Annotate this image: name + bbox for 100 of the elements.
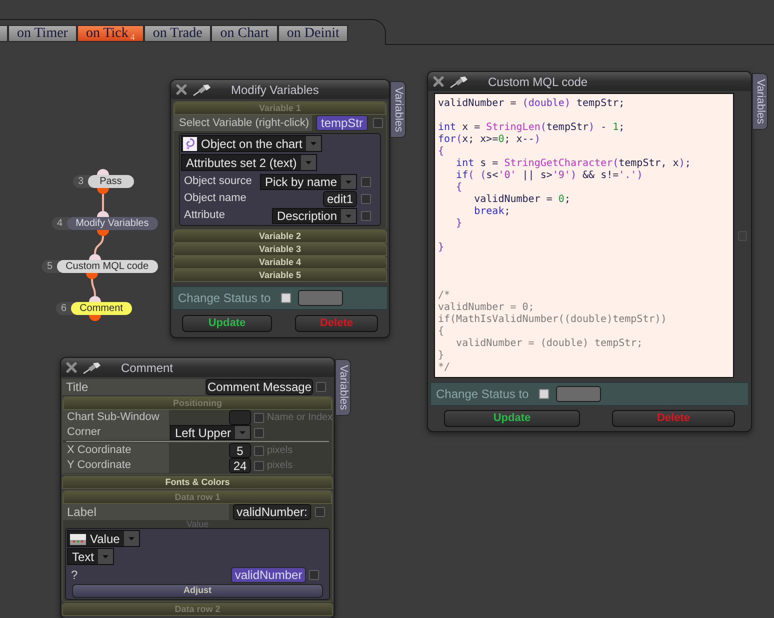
connector-line (91, 278, 96, 296)
tab[interactable]: on Trade (144, 25, 212, 42)
caret-icon (300, 155, 316, 170)
window-title: Comment (121, 360, 174, 376)
caret-icon (235, 426, 250, 439)
checkbox[interactable] (316, 382, 326, 392)
option-dropdown[interactable]: Description (272, 208, 357, 224)
code-line: { (438, 326, 444, 338)
field-label: Chart Sub-Window (63, 410, 169, 425)
status-label: Change Status to (178, 290, 272, 307)
code-editor[interactable] (434, 93, 734, 378)
checkbox[interactable] (254, 428, 264, 438)
code-line: validNumber = 0; (438, 302, 534, 314)
title-bar[interactable]: Modify Variables (171, 80, 389, 99)
checkbox[interactable] (361, 194, 371, 204)
node-number: 3 (73, 175, 91, 188)
caret-icon (124, 531, 139, 546)
code-line: validNumber = (double) tempStr; (438, 98, 625, 110)
field-label: Object source (184, 174, 252, 190)
checkbox[interactable] (254, 412, 264, 422)
status-field[interactable] (298, 290, 343, 306)
window-title: Custom MQL code (488, 74, 588, 90)
window-title: Modify Variables (231, 82, 319, 98)
variable-chip[interactable]: tempStr (316, 115, 368, 131)
checkbox[interactable] (373, 118, 383, 128)
object-type-dropdown[interactable]: Object on the chart (181, 135, 322, 152)
node-label[interactable]: Modify Variables (66, 217, 158, 230)
tab[interactable]: on Chart (211, 25, 278, 42)
pin-icon[interactable] (83, 362, 101, 374)
hint-text: Name or Index (267, 411, 333, 425)
title-field[interactable]: Comment Message (206, 379, 313, 395)
attribute-set-dropdown[interactable]: Attributes set 2 (text) (181, 154, 317, 171)
pin-icon[interactable] (450, 76, 468, 88)
checkbox[interactable] (281, 293, 291, 303)
hint-text: pixels (267, 459, 293, 473)
code-line: int x = StringLen(tempStr) - 1; (438, 122, 625, 134)
caret-icon (98, 549, 114, 564)
status-label: Change Status to (436, 386, 530, 403)
status-field[interactable] (556, 386, 601, 402)
count-label: 4 (130, 33, 135, 42)
title-bar[interactable]: Custom MQL code (428, 72, 751, 91)
pin-icon[interactable] (193, 84, 211, 96)
node-number: 4 (52, 217, 70, 230)
section-header[interactable]: Variable 4 (173, 256, 387, 269)
code-line: if(MathIsValidNumber((double)tempStr)) (438, 314, 667, 326)
value-caption: Value (186, 520, 209, 528)
side-tab[interactable]: Variables (390, 81, 406, 138)
input-field[interactable]: 5 (229, 443, 251, 458)
field-label: Corner (63, 425, 169, 440)
close-icon[interactable] (176, 84, 187, 95)
partial-tab[interactable] (0, 25, 8, 42)
field-label: Attribute (184, 208, 225, 224)
close-icon[interactable] (66, 362, 77, 373)
code-line: { (456, 182, 462, 194)
value-source-dropdown[interactable]: Value (67, 530, 140, 547)
code-line: for(x; x>=0; x--) (438, 134, 540, 146)
checkbox[interactable] (361, 176, 371, 186)
field-label: Object name (184, 191, 246, 206)
code-line: */ (438, 362, 450, 374)
adjust-button[interactable]: Adjust (72, 584, 323, 598)
checkbox[interactable] (315, 507, 325, 517)
tab[interactable]: on Timer (8, 25, 77, 42)
code-line: validNumber = (double) tempStr; (456, 338, 643, 350)
format-dropdown[interactable]: Text (67, 548, 114, 565)
input-field[interactable]: edit1 (322, 190, 357, 206)
node-label[interactable]: Comment (70, 302, 132, 315)
update-button[interactable]: Update (444, 410, 580, 427)
node-number: 5 (42, 260, 60, 273)
section-header[interactable]: Variable 3 (173, 243, 387, 256)
corner-dropdown[interactable]: Left Upper (170, 425, 251, 440)
node-label[interactable]: Pass (88, 175, 134, 188)
code-line: { (438, 146, 444, 158)
checkbox[interactable] (254, 446, 264, 456)
checkbox[interactable] (539, 389, 549, 399)
input-field[interactable] (229, 410, 251, 425)
caret-icon (341, 174, 356, 188)
section-header[interactable]: Variable 2 (173, 230, 387, 243)
code-line: } (438, 350, 444, 362)
label-field[interactable]: validNumber: (233, 504, 311, 520)
checkbox[interactable] (254, 460, 264, 470)
dots-icon (70, 534, 86, 545)
side-tab[interactable]: Variables (752, 73, 768, 130)
tab[interactable]: on Deinit (278, 25, 348, 42)
hint-text: pixels (267, 444, 293, 458)
code-line: } (438, 242, 444, 254)
option-dropdown[interactable]: Pick by name (260, 174, 357, 190)
variable-chip[interactable]: validNumber (231, 566, 306, 582)
title-bar[interactable]: Comment (61, 358, 334, 377)
code-line: if( (s<'0' || s>'9') && s!='.') (456, 170, 643, 182)
side-tab[interactable]: Variables (335, 359, 351, 416)
section-header[interactable]: Fonts & Colors (62, 476, 333, 489)
code-line: break; (474, 206, 510, 218)
node-label[interactable]: Custom MQL code (56, 260, 158, 273)
code-line: } (456, 218, 462, 230)
section-header[interactable]: Variable 5 (173, 269, 387, 282)
checkbox[interactable] (361, 210, 371, 220)
close-icon[interactable] (433, 76, 444, 87)
checkbox[interactable] (309, 570, 319, 580)
update-button[interactable]: Update (182, 315, 272, 332)
input-field[interactable]: 24 (229, 458, 251, 473)
